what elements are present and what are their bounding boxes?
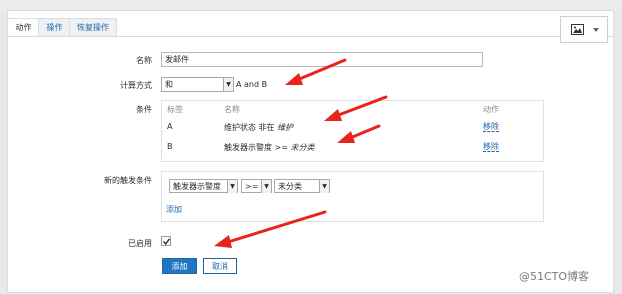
arrow-condition-a	[334, 95, 388, 118]
annotation-arrows	[214, 58, 388, 248]
arrow-condition-b	[348, 124, 381, 140]
arrow-condition-a-head	[324, 109, 342, 121]
arrow-calc-method-head	[285, 73, 303, 85]
arrow-calc-method	[295, 58, 347, 82]
arrow-enabled	[226, 210, 327, 244]
arrow-enabled-head	[214, 235, 232, 248]
arrow-condition-b-head	[337, 131, 355, 143]
watermark: @51CTO博客	[519, 270, 590, 283]
